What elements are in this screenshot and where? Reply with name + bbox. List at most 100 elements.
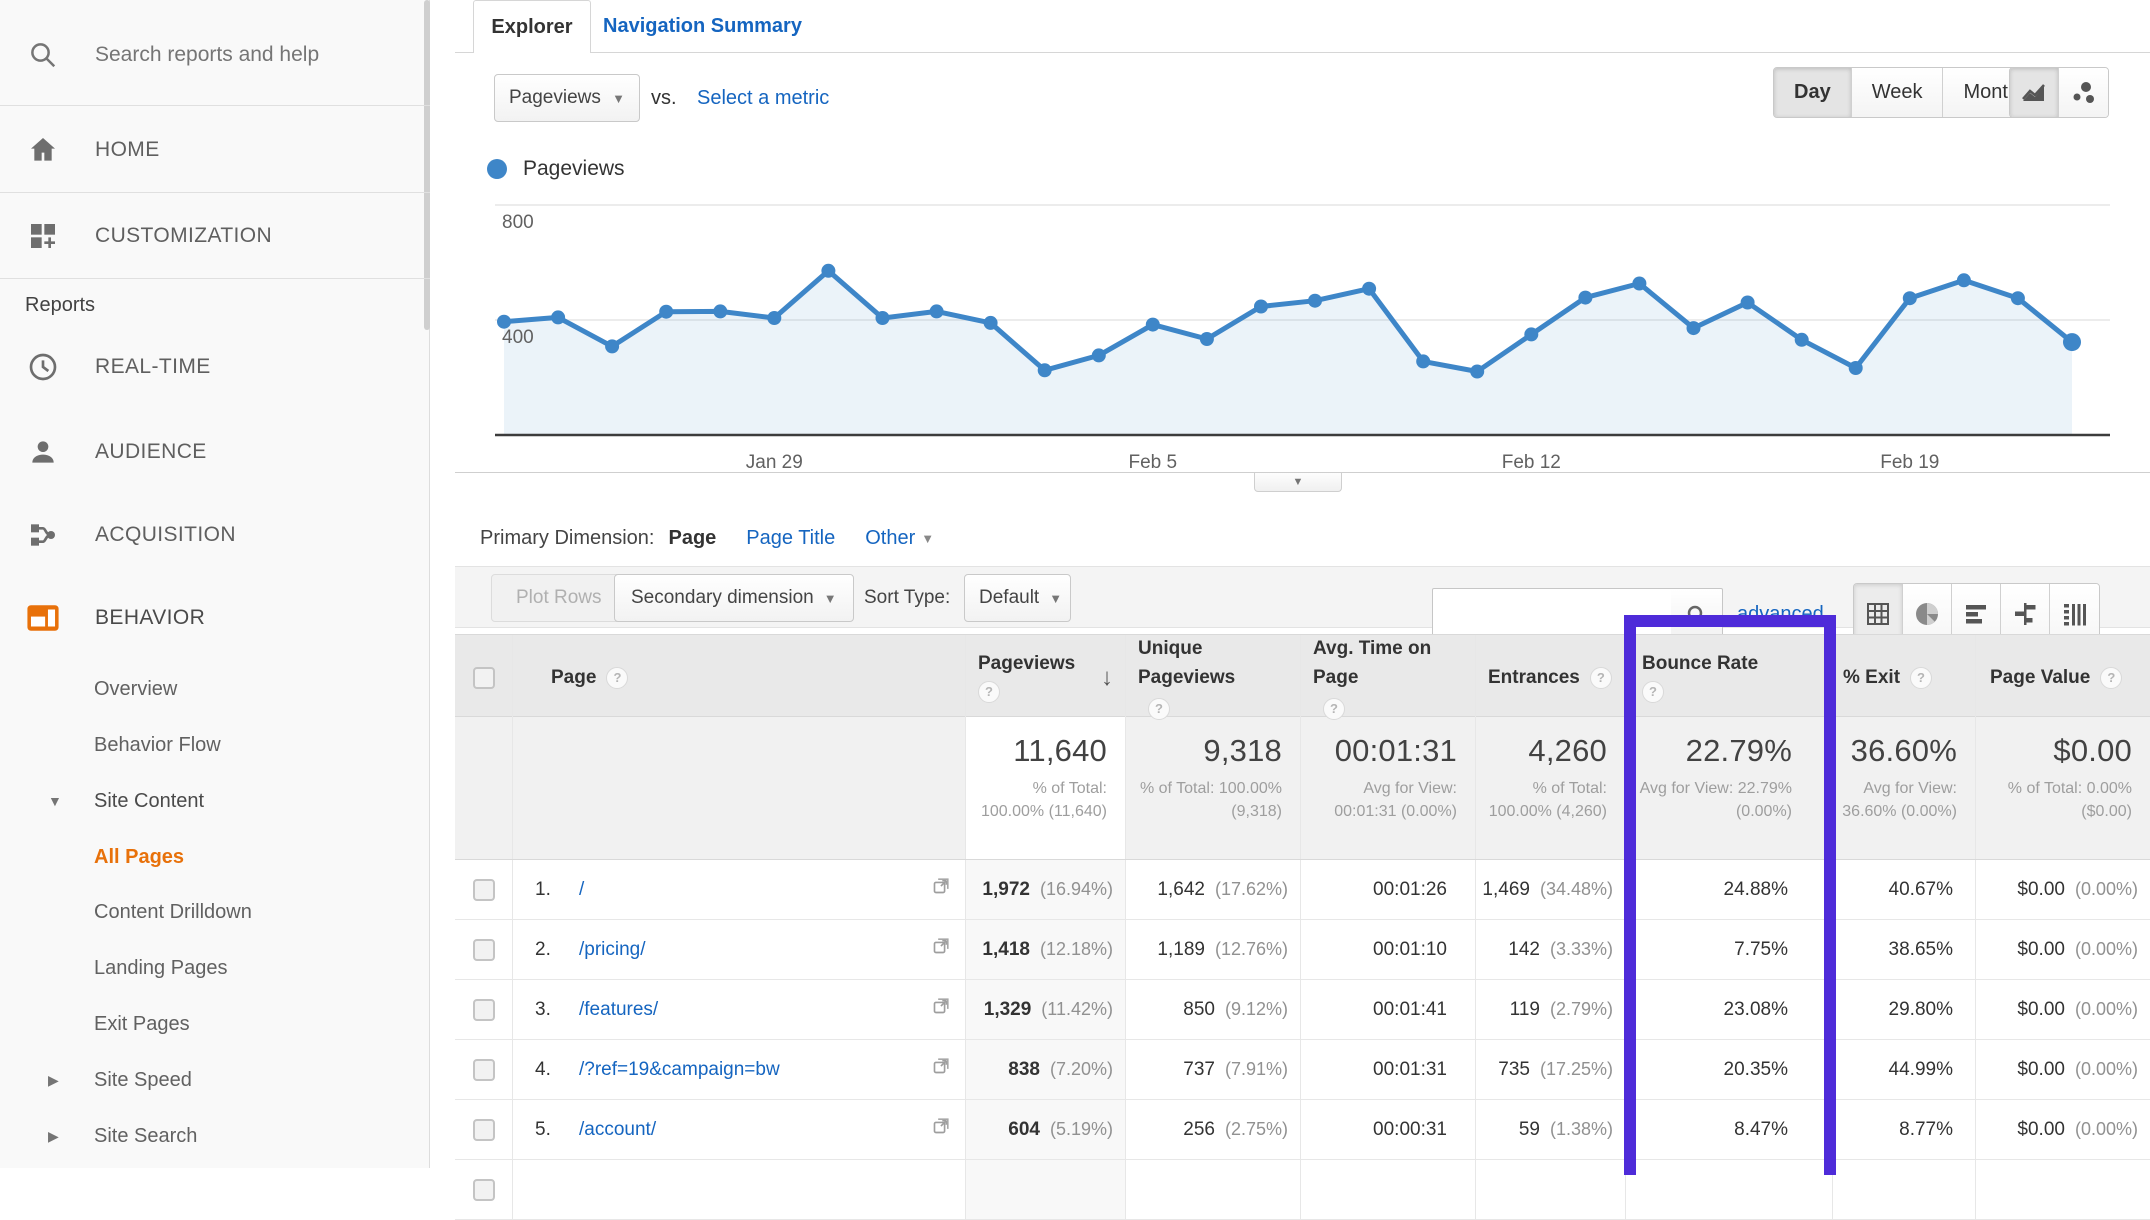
- table-body: 1. / 1,972 (16.94%) 1,642 (17.62%) 00:01…: [455, 860, 2150, 1160]
- help-icon[interactable]: ?: [1910, 666, 1933, 689]
- line-chart-icon[interactable]: [2010, 68, 2059, 117]
- page-link[interactable]: /?ref=19&campaign=bw: [579, 1059, 780, 1081]
- page-link[interactable]: /: [579, 879, 584, 901]
- sidebar-item-behavior[interactable]: BEHAVIOR: [0, 590, 430, 646]
- col-header-entrances[interactable]: Entrances: [1488, 667, 1580, 689]
- sidebar-item-site-content[interactable]: ▼ Site Content: [0, 773, 430, 829]
- row-checkbox[interactable]: [472, 998, 495, 1021]
- collapse-handle[interactable]: ▼: [1254, 473, 1342, 492]
- help-icon[interactable]: ?: [1589, 666, 1612, 689]
- col-header-bounce-rate[interactable]: Bounce Rate: [1642, 653, 1758, 675]
- sidebar-item-home[interactable]: HOME: [0, 122, 430, 178]
- select-all-checkbox[interactable]: [472, 666, 495, 689]
- data-point[interactable]: [551, 310, 566, 325]
- sidebar-item-all-pages[interactable]: All Pages: [0, 829, 430, 885]
- data-point[interactable]: [1632, 276, 1647, 291]
- row-checkbox[interactable]: [472, 1058, 495, 1081]
- primary-dimension-page-title[interactable]: Page Title: [746, 527, 835, 550]
- sidebar-item-site-speed[interactable]: ▶ Site Speed: [0, 1052, 430, 1108]
- tab-navigation-summary[interactable]: Navigation Summary: [603, 15, 802, 38]
- tab-explorer[interactable]: Explorer: [473, 0, 591, 53]
- data-point[interactable]: [1524, 327, 1539, 342]
- data-point[interactable]: [659, 304, 674, 319]
- data-point[interactable]: [605, 339, 620, 354]
- col-header-avg-time[interactable]: Avg. Time on Page: [1313, 635, 1459, 692]
- data-point[interactable]: [1956, 273, 1971, 288]
- data-point[interactable]: [2063, 333, 2081, 352]
- metric-selector[interactable]: Pageviews ▼: [494, 74, 640, 122]
- col-header-pageviews[interactable]: Pageviews: [978, 653, 1075, 675]
- external-link-icon[interactable]: [929, 996, 951, 1024]
- sidebar-item-overview[interactable]: Overview: [0, 661, 430, 717]
- data-point[interactable]: [929, 304, 944, 319]
- data-point[interactable]: [1037, 363, 1052, 378]
- data-point[interactable]: [1145, 317, 1160, 332]
- external-link-icon[interactable]: [929, 1116, 951, 1144]
- data-point[interactable]: [1254, 299, 1268, 314]
- external-link-icon[interactable]: [929, 936, 951, 964]
- sidebar-search[interactable]: Search reports and help: [0, 27, 430, 83]
- data-point[interactable]: [1470, 364, 1485, 379]
- data-point[interactable]: [713, 304, 728, 319]
- granularity-day-button[interactable]: Day: [1774, 68, 1852, 117]
- data-point[interactable]: [1686, 321, 1701, 336]
- person-icon: [26, 435, 60, 469]
- help-icon[interactable]: ?: [606, 666, 629, 689]
- primary-dimension-other[interactable]: Other: [865, 527, 915, 550]
- sort-desc-icon[interactable]: ↓: [1101, 664, 1113, 692]
- granularity-week-button[interactable]: Week: [1851, 68, 1944, 117]
- data-point[interactable]: [1578, 290, 1593, 305]
- data-point[interactable]: [767, 311, 782, 325]
- help-icon[interactable]: ?: [1642, 680, 1664, 703]
- data-point[interactable]: [821, 263, 836, 278]
- data-point[interactable]: [1091, 348, 1106, 363]
- page-link[interactable]: /pricing/: [579, 939, 646, 961]
- row-checkbox[interactable]: [472, 1178, 495, 1201]
- row-checkbox[interactable]: [472, 1118, 495, 1141]
- secondary-dimension-dropdown[interactable]: Secondary dimension ▼: [614, 574, 854, 622]
- help-icon[interactable]: ?: [2100, 666, 2123, 689]
- sidebar-item-behavior-flow[interactable]: Behavior Flow: [0, 717, 430, 773]
- select-metric-link[interactable]: Select a metric: [697, 87, 829, 110]
- pageviews-value: 1,972: [982, 878, 1030, 900]
- data-point[interactable]: [1902, 291, 1917, 306]
- external-link-icon[interactable]: [929, 1056, 951, 1084]
- data-point[interactable]: [2010, 291, 2025, 306]
- sidebar-item-site-search[interactable]: ▶ Site Search: [0, 1108, 430, 1164]
- advanced-search-link[interactable]: advanced: [1737, 603, 1824, 626]
- data-point[interactable]: [875, 311, 890, 325]
- data-point[interactable]: [1362, 281, 1377, 296]
- page-value-pct: (0.00%): [2074, 939, 2138, 959]
- data-point[interactable]: [1848, 361, 1863, 375]
- col-header-exit[interactable]: % Exit: [1843, 667, 1900, 689]
- data-point[interactable]: [1794, 332, 1809, 347]
- plot-rows-button[interactable]: Plot Rows: [491, 574, 627, 622]
- data-point[interactable]: [1740, 295, 1755, 310]
- data-point[interactable]: [983, 315, 998, 330]
- scatter-chart-icon[interactable]: [2059, 68, 2108, 117]
- sidebar-item-content-drilldown[interactable]: Content Drilldown: [0, 884, 430, 940]
- page-link[interactable]: /account/: [579, 1119, 656, 1141]
- col-header-page[interactable]: Page: [551, 667, 596, 689]
- bounce-rate-value: 23.08%: [1723, 998, 1788, 1020]
- sidebar-item-realtime[interactable]: REAL-TIME: [0, 339, 430, 395]
- data-point[interactable]: [1308, 293, 1322, 308]
- data-point[interactable]: [1199, 332, 1214, 346]
- col-header-unique-pageviews[interactable]: Unique Pageviews: [1138, 635, 1290, 692]
- help-icon[interactable]: ?: [978, 680, 1000, 703]
- col-header-page-value[interactable]: Page Value: [1990, 667, 2090, 689]
- chart-canvas[interactable]: 800 400 Jan 29 Feb 5 Feb 12 Feb 19: [455, 140, 2150, 485]
- sidebar-item-exit-pages[interactable]: Exit Pages: [0, 996, 430, 1052]
- sidebar-item-landing-pages[interactable]: Landing Pages: [0, 940, 430, 996]
- sidebar-item-customization[interactable]: CUSTOMIZATION: [0, 208, 430, 264]
- data-point[interactable]: [1416, 354, 1431, 369]
- external-link-icon[interactable]: [929, 876, 951, 904]
- row-checkbox[interactable]: [472, 878, 495, 901]
- primary-dimension-page[interactable]: Page: [668, 527, 716, 550]
- pageviews-pct: (12.18%): [1039, 939, 1113, 959]
- sort-type-dropdown[interactable]: Default ▼: [964, 574, 1071, 622]
- row-checkbox[interactable]: [472, 938, 495, 961]
- page-link[interactable]: /features/: [579, 999, 658, 1021]
- sidebar-item-audience[interactable]: AUDIENCE: [0, 424, 430, 480]
- sidebar-item-acquisition[interactable]: ACQUISITION: [0, 507, 430, 563]
